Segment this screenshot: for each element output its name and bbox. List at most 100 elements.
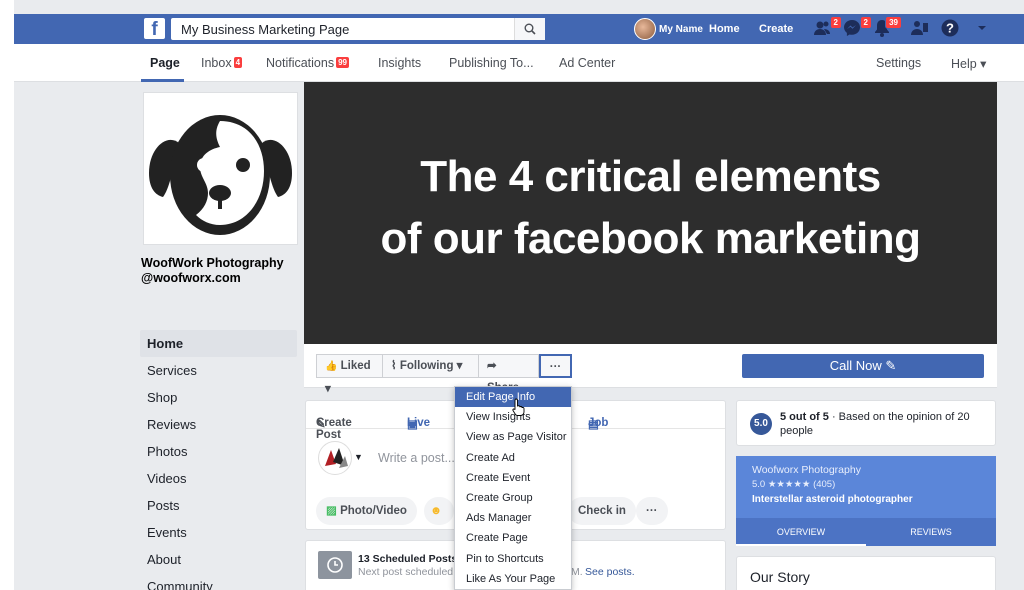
facebook-topbar: f My Business Marketing Page My Name Hom… [14,14,1024,44]
messages-badge: 2 [859,16,872,29]
feeling-button[interactable]: ☻ [424,497,454,525]
share-button[interactable]: ➦ Share [479,354,539,394]
menu-item-create-event[interactable]: Create Event [455,468,571,488]
following-button[interactable]: ⌇ Following ▾ [383,354,479,378]
tab-notifications-label: Notifications [266,56,335,70]
facebook-logo[interactable]: f [144,18,165,40]
scheduled-posts-time-suffix: M. [571,566,583,578]
photo-video-button[interactable]: ▨ Photo/Video [316,497,417,525]
pencil-icon: ✎ [885,358,897,373]
search-button[interactable] [514,18,545,40]
page-navigation: Page Inbox 4 Notifications 99 Insights Pub… [14,44,1024,82]
tab-ad-center[interactable]: Ad Center [559,56,615,70]
page-action-bar: 👍 Liked ▾ ⌇ Following ▾ ➦ Share ··· Call… [304,344,997,395]
dog-logo-icon [149,115,292,235]
friend-badge: 2 [829,16,842,29]
menu-item-create-group[interactable]: Create Group [455,488,571,508]
share-arrow-icon: ➦ [487,360,497,372]
sidebar-item-posts[interactable]: Posts [140,492,297,519]
help-icon[interactable]: ? [940,18,962,40]
sidebar-item-videos[interactable]: Videos [140,465,297,492]
rating-summary[interactable]: 5 out of 5 · Based on the opinion of 20 … [780,410,990,438]
rating-card: 5.0 5 out of 5 · Based on the opinion of… [736,400,996,446]
menu-item-create-page[interactable]: Create Page [455,528,571,548]
sidebar-item-photos[interactable]: Photos [140,438,297,465]
rating-text: 5 out of 5 [780,411,829,423]
profile-picture[interactable] [143,92,298,245]
cover-photo[interactable]: The 4 critical elements of our facebook … [304,82,997,344]
quick-help-people-icon[interactable] [910,18,932,40]
notifications-bell-icon[interactable]: 39 [872,16,902,40]
browser-content: f My Business Marketing Page My Name Hom… [14,0,1024,590]
sidebar-item-home[interactable]: Home [140,330,297,357]
thumbs-up-icon: 👍 [325,361,338,372]
more-options-menu: Edit Page Info View Insights View as Pag… [454,386,572,590]
scheduled-posts-title[interactable]: 13 Scheduled Posts [358,553,457,565]
menu-item-pin-to-shortcuts[interactable]: Pin to Shortcuts [455,549,571,569]
job-label: Job [588,417,609,429]
sidebar-item-about[interactable]: About [140,546,297,573]
sidebar-item-reviews[interactable]: Reviews [140,411,297,438]
menu-item-ads-manager[interactable]: Ads Manager [455,508,571,528]
sidebar-item-shop[interactable]: Shop [140,384,297,411]
following-label: Following ▾ [399,360,463,372]
tab-reviews[interactable]: REVIEWS [866,518,996,546]
live-label: Live [407,417,431,429]
tab-overview[interactable]: OVERVIEW [736,518,866,546]
tab-notifications[interactable]: Notifications 99 [266,56,349,70]
friend-requests-icon[interactable]: 2 [812,16,842,40]
tab-publishing-tools[interactable]: Publishing To... [449,56,534,70]
avatar [634,18,656,40]
more-composer-options-button[interactable]: ··· [636,497,668,525]
clock-icon [318,551,352,579]
notifications-badge: 39 [885,16,902,29]
tab-insights[interactable]: Insights [378,56,421,70]
tab-page[interactable]: Page [150,56,180,70]
page-name[interactable]: WoofWork Photography [141,256,284,271]
inbox-badge: 4 [233,57,243,68]
hand-cursor-icon [512,398,525,416]
business-card-tabs: OVERVIEW REVIEWS [736,518,996,546]
more-options-button[interactable]: ··· [539,354,572,378]
chevron-down-icon[interactable]: ▼ [354,452,363,462]
sidebar-item-community[interactable]: Community [140,573,297,590]
business-name: Woofworx Photography [752,464,861,476]
write-post-input[interactable]: Write a post... [378,451,455,465]
search-input[interactable]: My Business Marketing Page [171,18,545,40]
messenger-icon[interactable]: 2 [842,16,872,40]
sidebar-item-events[interactable]: Events [140,519,297,546]
rating-score-badge: 5.0 [750,413,772,435]
call-now-button[interactable]: Call Now ✎ [742,354,984,378]
call-now-label: Call Now [829,358,882,373]
search-icon [524,23,536,35]
home-link[interactable]: Home [709,14,740,44]
page-handle: @woofworx.com [141,271,241,285]
notifications-count-badge: 99 [336,57,349,68]
tab-inbox[interactable]: Inbox 4 [201,56,243,70]
menu-item-create-ad[interactable]: Create Ad [455,448,571,468]
our-story-title[interactable]: Our Story [750,569,810,585]
help-dropdown[interactable]: Help ▾ [951,56,986,71]
account-menu-chevron-icon[interactable] [972,18,994,40]
menu-item-view-as-page-visitor[interactable]: View as Page Visitor [455,427,571,447]
brand-logo-icon [325,448,348,468]
create-link[interactable]: Create [759,14,793,44]
check-in-button[interactable]: Check in [568,497,636,525]
settings-link[interactable]: Settings [876,56,921,70]
business-stars: 5.0 ★★★★★ (405) [752,479,836,490]
cover-headline-line2: of our facebook marketing [380,214,921,263]
see-posts-link[interactable]: See posts. [585,566,635,578]
rss-icon: ⌇ [391,360,397,372]
profile-link[interactable]: My Name [634,14,703,44]
page-name-block: WoofWork Photography @woofworx.com [141,256,284,286]
our-story-card: Our Story [736,556,996,590]
business-tagline: Interstellar asteroid photographer [752,494,913,505]
create-post-label: Create Post [316,417,352,441]
check-in-label: Check in [578,505,626,517]
sidebar-item-services[interactable]: Services [140,357,297,384]
tab-inbox-label: Inbox [201,56,232,70]
page-sidebar: Home Services Shop Reviews Photos Videos… [140,330,297,590]
liked-button[interactable]: 👍 Liked ▾ [316,354,383,395]
menu-item-like-as-your-page[interactable]: Like As Your Page [455,569,571,589]
business-info-card: Woofworx Photography 5.0 ★★★★★ (405) Int… [736,456,996,546]
